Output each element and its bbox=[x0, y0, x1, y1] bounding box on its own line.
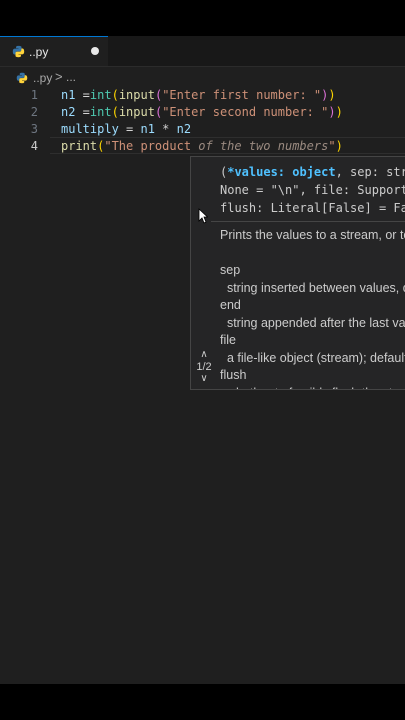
next-overload-button[interactable]: ∨ bbox=[193, 373, 215, 385]
line-number: 4 bbox=[30, 139, 38, 153]
unsaved-indicator[interactable] bbox=[91, 47, 99, 55]
line-number: 2 bbox=[30, 105, 38, 119]
line-number: 3 bbox=[30, 122, 38, 136]
overload-counter: 1/2 bbox=[196, 361, 212, 373]
breadcrumb: ..py > ... bbox=[0, 68, 405, 88]
signature-help-popup[interactable]: (*values: object, sep: str | None = " ",… bbox=[190, 156, 405, 390]
code-line[interactable]: 1 n1 =int(input("Enter first number: ")) bbox=[0, 86, 405, 103]
line-number: 1 bbox=[30, 88, 38, 102]
previous-overload-button[interactable]: ∧ bbox=[193, 349, 215, 361]
breadcrumb-file[interactable]: ..py bbox=[33, 71, 52, 85]
code-line-active[interactable]: 4 print("The product of the two numbers"… bbox=[0, 137, 405, 154]
python-file-icon bbox=[12, 45, 25, 63]
editor-window: ..py ..py > ... 1 n1 =int(input("Enter f… bbox=[0, 36, 405, 684]
code-line[interactable]: 3 multiply = n1 * n2 bbox=[0, 120, 405, 137]
code-text: multiply = n1 * n2 bbox=[61, 122, 192, 136]
code-line[interactable]: 2 n2 =int(input("Enter second number: ")… bbox=[0, 103, 405, 120]
function-signature: (*values: object, sep: str | None = " ",… bbox=[220, 165, 405, 215]
code-text: n2 =int(input("Enter second number: ")) bbox=[61, 105, 343, 119]
docstring: Prints the values to a stream, or to sys… bbox=[220, 228, 405, 389]
code-text: print("The product of the two numbers") bbox=[61, 139, 343, 153]
overload-navigator: ∧ 1/2 ∨ bbox=[193, 349, 215, 385]
popup-divider bbox=[211, 221, 405, 222]
tab-label: ..py bbox=[29, 45, 49, 59]
code-text: n1 =int(input("Enter first number: ")) bbox=[61, 88, 336, 102]
breadcrumb-separator: > bbox=[55, 69, 63, 84]
breadcrumb-symbol[interactable]: ... bbox=[66, 70, 76, 84]
tab-bar: ..py bbox=[0, 36, 405, 67]
mouse-pointer-icon bbox=[198, 208, 209, 229]
tab-file[interactable]: ..py bbox=[0, 36, 108, 66]
